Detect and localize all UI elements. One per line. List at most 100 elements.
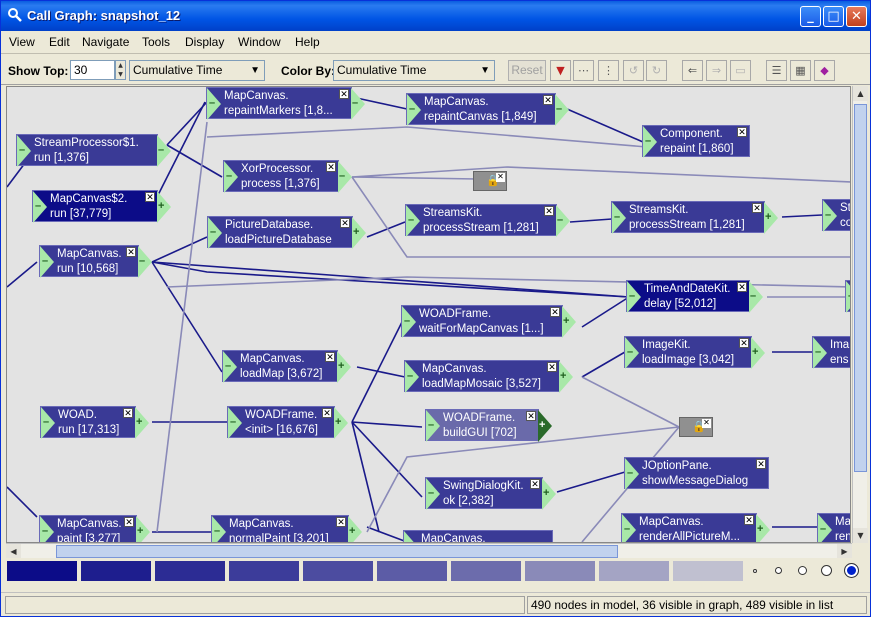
color-by-dropdown[interactable]: Cumulative Time ▼	[333, 60, 495, 81]
close-icon[interactable]: ✕	[737, 127, 747, 137]
collapse-callers-icon[interactable]: –	[402, 306, 416, 338]
scroll-left-icon[interactable]: ◀	[6, 544, 21, 559]
call-node[interactable]: – StreamsKit. processStream [1,281] ✕ –	[405, 204, 570, 237]
menu-edit[interactable]: Edit	[49, 35, 70, 49]
call-node[interactable]: – StreamsKit. processStream [1,281] ✕ +	[611, 201, 778, 234]
call-node[interactable]: – MapCanvas. run [10,568] ✕ –	[39, 245, 152, 278]
collapse-callers-icon[interactable]: –	[223, 351, 237, 383]
call-node[interactable]: – Ima ens	[812, 336, 850, 369]
horizontal-scrollbar[interactable]: ◀ ▶	[6, 543, 852, 559]
close-icon[interactable]: ✕	[550, 307, 560, 317]
call-node[interactable]: – MapCanvas.	[403, 530, 553, 542]
call-node[interactable]: – WOADFrame. buildGUI [702] ✕ +	[425, 409, 552, 442]
collapse-callers-icon[interactable]: –	[406, 205, 420, 237]
close-icon[interactable]: ✕	[752, 203, 762, 213]
call-node[interactable]: – MapCanvas. loadMapMosaic [3,527] ✕ +	[404, 360, 573, 393]
show-top-spinner[interactable]: ▲ ▼	[115, 60, 126, 80]
menu-display[interactable]: Display	[185, 35, 224, 49]
call-node[interactable]: – JOptionPane. showMessageDialog ✕	[624, 457, 769, 490]
zoom-level-1[interactable]	[753, 569, 757, 573]
collapse-callers-icon[interactable]: –	[846, 281, 850, 313]
call-node[interactable]: –	[845, 280, 850, 313]
menu-window[interactable]: Window	[238, 35, 281, 49]
close-icon[interactable]: ✕	[744, 515, 754, 525]
call-node[interactable]: – ImageKit. loadImage [3,042] ✕ +	[624, 336, 765, 369]
call-node[interactable]: – MapCanvas$2. run [37,779] ✕ +	[32, 190, 171, 223]
close-icon[interactable]: ✕	[756, 459, 766, 469]
vertical-scroll-thumb[interactable]	[854, 104, 867, 472]
call-node[interactable]: – Ma ren	[817, 513, 850, 542]
collapse-callers-icon[interactable]: –	[40, 246, 54, 278]
close-icon[interactable]: ✕	[496, 173, 505, 182]
call-node[interactable]: – WOAD. run [17,313] ✕ +	[40, 406, 149, 439]
collapse-callers-icon[interactable]: –	[405, 361, 419, 393]
table-icon[interactable]: ▦	[790, 60, 811, 81]
scroll-right-icon[interactable]: ▶	[837, 544, 852, 559]
close-icon[interactable]: ✕	[326, 162, 336, 172]
collapse-callers-icon[interactable]: –	[404, 531, 418, 542]
maximize-button[interactable]: □	[823, 6, 844, 27]
collapse-callers-icon[interactable]: –	[208, 217, 222, 249]
call-node[interactable]: – Component. repaint [1,860] ✕	[642, 125, 750, 158]
zoom-level-5[interactable]	[844, 563, 859, 578]
menu-help[interactable]: Help	[295, 35, 320, 49]
horizontal-scroll-thumb[interactable]	[56, 545, 618, 558]
spin-up-icon[interactable]: ▲	[116, 61, 125, 70]
zoom-level-2[interactable]	[775, 567, 782, 574]
menu-tools[interactable]: Tools	[142, 35, 170, 49]
close-icon[interactable]: ✕	[126, 247, 136, 257]
collapse-callers-icon[interactable]: –	[228, 407, 242, 439]
collapse-callers-icon[interactable]: –	[426, 478, 440, 510]
list-icon[interactable]: ☰	[766, 60, 787, 81]
show-top-input[interactable]: 30	[70, 60, 115, 80]
call-graph-canvas[interactable]: – MapCanvas. repaintMarkers [1,8... ✕ – …	[6, 86, 851, 543]
call-node[interactable]: – St co	[822, 199, 850, 232]
close-icon[interactable]: ✕	[124, 517, 134, 527]
collapse-callers-icon[interactable]: –	[212, 516, 226, 542]
call-node[interactable]: – XorProcessor. process [1,376] ✕ –	[223, 160, 352, 193]
graph-layout-icon[interactable]: ⋯	[573, 60, 594, 81]
collapse-callers-icon[interactable]: –	[41, 407, 55, 439]
back-icon[interactable]: ⇐	[682, 60, 703, 81]
zoom-level-3[interactable]	[798, 566, 807, 575]
collapse-callers-icon[interactable]: –	[17, 135, 31, 167]
collapse-callers-icon[interactable]: –	[407, 94, 421, 126]
close-icon[interactable]: ✕	[123, 408, 133, 418]
vertical-scrollbar[interactable]: ▲ ▼	[852, 86, 868, 543]
menu-navigate[interactable]: Navigate	[82, 35, 129, 49]
collapse-callers-icon[interactable]: –	[33, 191, 47, 223]
close-icon[interactable]: ✕	[530, 479, 540, 489]
close-icon[interactable]: ✕	[547, 362, 557, 372]
locked-node[interactable]: 🔒 ✕	[473, 171, 507, 191]
call-node[interactable]: – MapCanvas. repaintMarkers [1,8... ✕ –	[206, 87, 365, 120]
book-icon[interactable]: ◆	[814, 60, 835, 81]
call-node[interactable]: – WOADFrame. <init> [16,676] ✕ +	[227, 406, 348, 439]
call-node[interactable]: – SwingDialogKit. ok [2,382] ✕ +	[425, 477, 556, 510]
collapse-callers-icon[interactable]: –	[426, 410, 440, 442]
call-node[interactable]: – MapCanvas. repaintCanvas [1,849] ✕ –	[406, 93, 569, 126]
call-node[interactable]: – MapCanvas. paint [3,277] ✕ +	[39, 515, 150, 542]
close-button[interactable]: ✕	[846, 6, 867, 27]
call-node[interactable]: – WOADFrame. waitForMapCanvas [1...] ✕ +	[401, 305, 576, 338]
collapse-callers-icon[interactable]: –	[40, 516, 54, 542]
collapse-callers-icon[interactable]: –	[224, 161, 238, 193]
close-icon[interactable]: ✕	[339, 89, 349, 99]
spin-down-icon[interactable]: ▼	[116, 70, 125, 79]
collapse-callers-icon[interactable]: –	[622, 514, 636, 542]
call-node[interactable]: – MapCanvas. renderAllPictureM... ✕ +	[621, 513, 770, 542]
tree-layout-icon[interactable]: ⋮	[598, 60, 619, 81]
close-icon[interactable]: ✕	[544, 206, 554, 216]
close-icon[interactable]: ✕	[322, 408, 332, 418]
collapse-callers-icon[interactable]: –	[612, 202, 626, 234]
show-by-dropdown[interactable]: Cumulative Time ▼	[129, 60, 265, 81]
close-icon[interactable]: ✕	[336, 517, 346, 527]
call-node[interactable]: – MapCanvas. normalPaint [3,201] ✕ +	[211, 515, 362, 542]
collapse-icon[interactable]: ▭	[730, 60, 751, 81]
call-node[interactable]: – PictureDatabase. loadPictureDatabase ✕…	[207, 216, 366, 249]
scroll-down-icon[interactable]: ▼	[853, 528, 868, 543]
close-icon[interactable]: ✕	[739, 338, 749, 348]
forward-icon[interactable]: ⇒	[706, 60, 727, 81]
collapse-callers-icon[interactable]: –	[625, 337, 639, 369]
close-icon[interactable]: ✕	[543, 95, 553, 105]
collapse-callers-icon[interactable]: –	[818, 514, 832, 542]
